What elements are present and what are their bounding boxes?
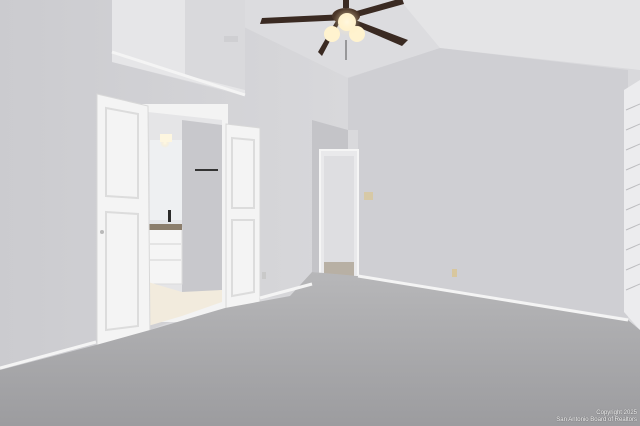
vent: [224, 36, 238, 42]
watermark-line-2: San Antonio Board of Realtors: [556, 417, 637, 423]
bathroom-vanity: [148, 227, 183, 285]
wall-outlet: [452, 269, 457, 277]
bathroom-mirror: [150, 140, 182, 220]
watermark: Copyright 2025 San Antonio Board of Real…: [556, 410, 637, 424]
right-wall: [348, 48, 628, 318]
watermark-line-1: Copyright 2025: [596, 410, 637, 416]
room-illustration: [0, 0, 640, 426]
bedroom-door-left: [96, 93, 151, 347]
wall-outlet-left: [262, 272, 266, 279]
bedroom-photo: Copyright 2025 San Antonio Board of Real…: [0, 0, 640, 426]
ledge-inner: [185, 0, 245, 90]
thermostat: [364, 192, 373, 200]
